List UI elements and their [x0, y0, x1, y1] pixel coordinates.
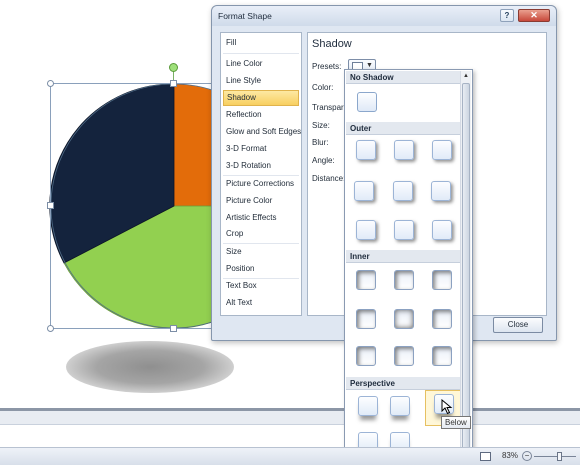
- category-line-color[interactable]: Line Color: [223, 56, 299, 72]
- preset-perspective-2[interactable]: [390, 396, 410, 416]
- category-glow-soft-edges[interactable]: Glow and Soft Edges: [223, 124, 301, 140]
- pane-title: Shadow: [312, 38, 352, 50]
- status-bar: 83% −: [0, 447, 580, 465]
- category-picture-corrections[interactable]: Picture Corrections: [223, 176, 299, 192]
- color-label: Color:: [312, 83, 334, 92]
- close-button[interactable]: Close: [493, 317, 543, 333]
- rotation-handle[interactable]: [169, 63, 178, 72]
- preset-outer-1[interactable]: [356, 140, 376, 160]
- presets-label: Presets:: [312, 62, 342, 71]
- preset-outer-8[interactable]: [394, 220, 414, 240]
- mouse-pointer-icon: [441, 399, 453, 415]
- preset-inner-4[interactable]: [356, 309, 376, 329]
- dialog-title: Format Shape: [218, 11, 272, 21]
- transparency-label: Transpare: [312, 103, 349, 112]
- preset-inner-5[interactable]: [394, 309, 414, 329]
- category-size[interactable]: Size: [223, 244, 299, 260]
- resize-handle-bottom-left[interactable]: [47, 325, 54, 332]
- zoom-level[interactable]: 83%: [502, 451, 518, 460]
- preset-outer-2[interactable]: [394, 140, 414, 160]
- category-fill[interactable]: Fill: [223, 35, 299, 51]
- header-outer: Outer: [346, 122, 460, 135]
- zoom-slider-thumb[interactable]: [557, 452, 562, 461]
- category-shadow[interactable]: Shadow: [223, 90, 299, 106]
- resize-handle-top-left[interactable]: [47, 80, 54, 87]
- preset-outer-5[interactable]: [393, 181, 413, 201]
- tooltip: Below: [441, 416, 471, 429]
- preset-outer-7[interactable]: [356, 220, 376, 240]
- help-button[interactable]: ?: [500, 9, 514, 22]
- category-artistic-effects[interactable]: Artistic Effects: [223, 210, 299, 226]
- shadow-presets-gallery: No Shadow Outer Inner Perspective ▲ ▼: [344, 69, 473, 465]
- resize-handle-bottom[interactable]: [170, 325, 177, 332]
- zoom-out-button[interactable]: −: [522, 451, 532, 461]
- preset-outer-3[interactable]: [432, 140, 452, 160]
- preset-inner-8[interactable]: [394, 346, 414, 366]
- category-list: Fill Line Color Line Style Shadow Reflec…: [220, 32, 302, 316]
- preset-inner-2[interactable]: [394, 270, 414, 290]
- preset-perspective-1[interactable]: [358, 396, 378, 416]
- category-crop[interactable]: Crop: [223, 226, 299, 242]
- category-line-style[interactable]: Line Style: [223, 73, 299, 89]
- category-reflection[interactable]: Reflection: [223, 107, 299, 123]
- chevron-down-icon: ▼: [366, 62, 373, 69]
- preset-outer-4[interactable]: [354, 181, 374, 201]
- zoom-slider[interactable]: [534, 456, 576, 457]
- close-window-button[interactable]: ✕: [518, 9, 550, 22]
- preset-outer-9[interactable]: [432, 220, 452, 240]
- preset-inner-9[interactable]: [432, 346, 452, 366]
- notes-pane[interactable]: [0, 424, 580, 448]
- category-text-box[interactable]: Text Box: [223, 278, 299, 294]
- header-no-shadow: No Shadow: [346, 71, 460, 84]
- scroll-up-arrow-icon[interactable]: ▲: [462, 72, 470, 81]
- selection-box: [50, 83, 220, 329]
- preset-inner-6[interactable]: [432, 309, 452, 329]
- angle-label: Angle:: [312, 156, 335, 165]
- category-alt-text[interactable]: Alt Text: [223, 295, 299, 311]
- preset-inner-3[interactable]: [432, 270, 452, 290]
- scroll-thumb[interactable]: [462, 83, 470, 449]
- distance-label: Distance:: [312, 174, 346, 183]
- normal-view-icon[interactable]: [480, 452, 491, 461]
- resize-handle-top[interactable]: [170, 80, 177, 87]
- preset-inner-1[interactable]: [356, 270, 376, 290]
- category-position[interactable]: Position: [223, 261, 299, 277]
- blur-label: Blur:: [312, 138, 329, 147]
- category-picture-color[interactable]: Picture Color: [223, 193, 299, 209]
- preset-no-shadow[interactable]: [357, 92, 377, 112]
- preset-outer-6[interactable]: [431, 181, 451, 201]
- resize-handle-left[interactable]: [47, 202, 54, 209]
- size-label: Size:: [312, 121, 330, 130]
- category-3d-format[interactable]: 3-D Format: [223, 141, 299, 157]
- dialog-titlebar[interactable]: Format Shape ? ✕: [212, 6, 556, 26]
- header-perspective: Perspective: [346, 377, 460, 390]
- header-inner: Inner: [346, 250, 460, 263]
- gallery-scrollbar[interactable]: ▲ ▼: [460, 71, 471, 464]
- preset-inner-7[interactable]: [356, 346, 376, 366]
- category-separator: [223, 53, 299, 54]
- category-3d-rotation[interactable]: 3-D Rotation: [223, 158, 299, 174]
